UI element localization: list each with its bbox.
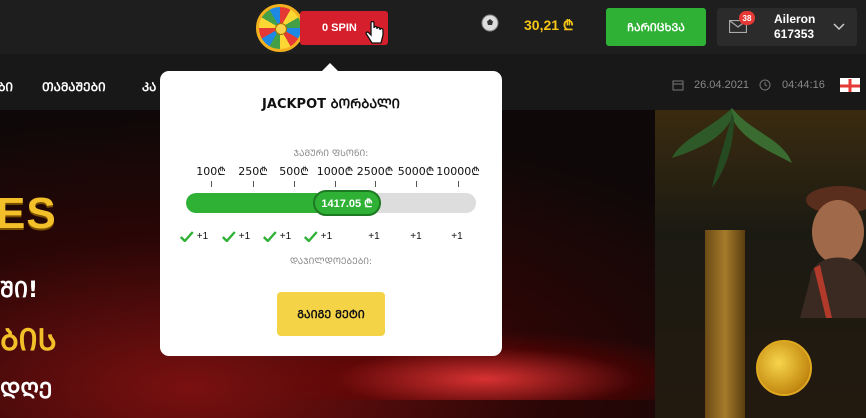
reward-label: +1 (279, 231, 292, 242)
banner-headline: ES (0, 189, 57, 238)
balance-amount: 30,21 ₾ (524, 17, 574, 33)
reward-marker: +1 (221, 231, 251, 242)
learn-more-label: ᲒᲐᲘᲒᲔ ᲛᲔᲢᲘ (297, 307, 365, 321)
threshold-label: 10000₾ (436, 165, 480, 178)
hand-cursor-icon (365, 21, 384, 44)
popup-title: JACKPOT ᲑᲝᲠᲑᲐᲚᲘ (262, 97, 400, 112)
banner-line-2: ᲨᲘ! (0, 278, 39, 303)
threshold-tick (416, 181, 417, 187)
fortune-wheel-icon[interactable] (256, 4, 304, 52)
reward-marker: +1 (262, 231, 292, 242)
current-date: 26.04.2021 (694, 79, 750, 91)
rewards-label: ᲓᲐᲯᲘᲚᲓᲝᲔᲑᲔᲑᲘ: (289, 257, 373, 267)
mail-count-badge: 38 (739, 11, 755, 25)
threshold-tick (211, 181, 212, 187)
threshold-tick (253, 181, 254, 187)
check-icon (221, 231, 236, 242)
spin-label: 0 SPIN (322, 22, 357, 34)
threshold-label: 1000₾ (316, 165, 354, 178)
reward-label: +1 (320, 231, 333, 242)
page: 0 SPIN 30,21 ₾ ᲩᲐᲠᲘᲪᲮᲕᲐ 38 Aileron 61735… (0, 0, 866, 418)
check-icon (303, 231, 318, 242)
reward-marker: +1 (303, 231, 333, 242)
current-value-pill: 1417.05 ₾ (313, 190, 381, 216)
user-menu[interactable]: 38 Aileron 617353 (717, 8, 857, 46)
banner-line-4: ᲓᲦᲔ (0, 379, 53, 404)
nav-item-2[interactable]: ᲙᲐ (142, 78, 156, 95)
threshold-label: 500₾ (279, 165, 309, 178)
threshold-tick (294, 181, 295, 187)
pillar-art (705, 230, 745, 418)
nav-item-games[interactable]: ᲗᲐᲛᲐᲨᲔᲑᲘ (42, 78, 106, 95)
game-fund-label: ᲯᲐᲛᲣᲠᲘ ᲤᲡᲝᲜᲘ: (293, 149, 369, 159)
check-icon (262, 231, 277, 242)
threshold-label: 250₾ (238, 165, 268, 178)
reward-label: +1 (368, 231, 380, 242)
reward-marker: +1 (451, 231, 462, 242)
username: Aileron (774, 12, 816, 26)
reward-label: +1 (196, 231, 209, 242)
adventurer-character-image (800, 186, 866, 318)
current-time: 04:44:16 (782, 79, 825, 91)
chevron-down-icon[interactable] (833, 20, 845, 32)
check-icon (179, 231, 194, 242)
threshold-label: 2500₾ (356, 165, 394, 178)
clock-icon (759, 79, 771, 91)
soccer-ball-icon[interactable] (481, 14, 499, 32)
threshold-label: 5000₾ (397, 165, 435, 178)
reward-label: +1 (451, 231, 463, 242)
calendar-icon (672, 80, 684, 91)
user-id: 617353 (774, 27, 815, 41)
reward-marker: +1 (410, 231, 421, 242)
georgia-flag-icon[interactable] (840, 78, 860, 92)
threshold-label: 100₾ (196, 165, 226, 178)
reward-marker: +1 (368, 231, 379, 242)
threshold-tick (458, 181, 459, 187)
threshold-tick (335, 181, 336, 187)
reward-marker: +1 (179, 231, 209, 242)
deposit-button[interactable]: ᲩᲐᲠᲘᲪᲮᲕᲐ (606, 8, 706, 46)
nav-item-0[interactable]: ᲑᲘ (0, 78, 13, 95)
gold-coin-image (756, 340, 812, 396)
banner-line-3: ᲑᲘᲡ (0, 323, 57, 358)
reward-label: +1 (410, 231, 422, 242)
threshold-tick (375, 181, 376, 187)
progress-fill (186, 193, 317, 213)
deposit-label: ᲩᲐᲠᲘᲪᲮᲕᲐ (627, 20, 685, 34)
reward-label: +1 (238, 231, 251, 242)
learn-more-button[interactable]: ᲒᲐᲘᲒᲔ ᲛᲔᲢᲘ (277, 292, 385, 336)
